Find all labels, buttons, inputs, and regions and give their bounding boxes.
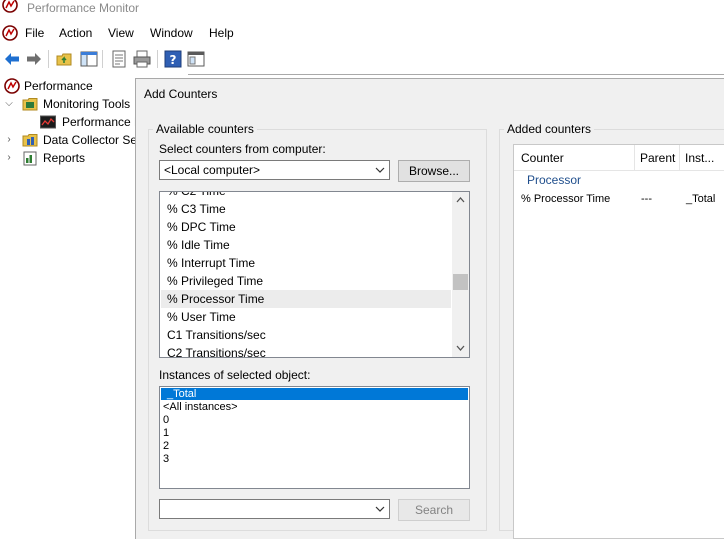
scroll-thumb[interactable] [453,274,468,290]
counters-list[interactable]: % C2 Time % C3 Time % DPC Time % Idle Ti… [159,191,470,358]
window-title: Performance Monitor [27,1,140,15]
system-menu-icon[interactable] [2,25,18,41]
menu-action[interactable]: Action [59,22,92,44]
instance-item[interactable]: <All instances> [163,401,238,414]
added-counters-label: Added counters [504,122,595,136]
toolbar-separator [102,50,103,68]
table-row[interactable]: % Processor Time --- _Total [514,190,724,208]
list-item[interactable]: % C3 Time [167,200,226,218]
column-header-row: Counter Parent Inst... [514,145,724,171]
properties-icon[interactable] [110,50,128,68]
added-object-category[interactable]: Processor [527,173,581,187]
chevron-right-icon[interactable]: › [4,131,14,149]
instance-item[interactable]: 3 [163,453,169,466]
toolbar-separator [48,50,49,68]
list-item[interactable]: % Privileged Time [167,272,263,290]
column-header-instance[interactable]: Inst... [685,151,714,165]
list-item[interactable]: % DPC Time [167,218,236,236]
console-icon[interactable] [187,50,205,68]
tree-label: Performance M [62,115,145,129]
menu-file[interactable]: File [25,22,44,44]
column-divider[interactable] [679,145,680,170]
available-counters-label: Available counters [153,122,257,136]
menu-help[interactable]: Help [209,22,234,44]
computer-select-value: <Local computer> [164,163,261,177]
computer-select[interactable]: <Local computer> [159,160,390,180]
column-header-counter[interactable]: Counter [521,151,564,165]
folder-icon [22,98,38,111]
reports-icon [23,151,37,166]
counters-scrollbar[interactable] [452,192,469,357]
menu-window[interactable]: Window [150,22,193,44]
svg-text:?: ? [170,53,177,67]
list-item[interactable]: C2 Transitions/sec [167,344,266,357]
added-counter-instance: _Total [686,193,716,205]
instances-label: Instances of selected object: [159,368,311,382]
column-header-parent[interactable]: Parent [640,151,675,165]
select-computer-label: Select counters from computer: [159,142,326,156]
added-counter-name: % Processor Time [521,193,611,205]
data-collector-icon [22,134,38,147]
folder-up-icon[interactable] [56,50,74,68]
scroll-up-icon[interactable] [454,194,467,206]
help-icon[interactable]: ? [164,50,182,68]
pane-divider [188,74,724,75]
menu-bar: File Action View Window Help [0,22,724,44]
list-item[interactable]: % C2 Time [167,192,226,200]
list-item-selected[interactable]: % Processor Time [167,290,264,308]
title-bar: Performance Monitor [0,0,724,16]
forward-arrow-icon[interactable] [25,50,43,68]
dialog-title: Add Counters [144,87,218,101]
toolbar-separator [157,50,158,68]
instance-item[interactable]: 1 [163,427,169,440]
toolbar: ? [0,46,724,72]
tree-label: Performance [24,79,93,93]
instance-item-selected[interactable]: _Total [167,388,196,401]
browse-button[interactable]: Browse... [398,160,470,182]
instance-item[interactable]: 2 [163,440,169,453]
chevron-right-icon[interactable]: › [4,149,14,167]
tree-label: Monitoring Tools [43,97,131,111]
chevron-down-icon [375,167,385,173]
added-counters-list[interactable]: Counter Parent Inst... Processor % Proce… [513,144,724,539]
search-combo[interactable] [159,499,390,519]
tree-label: Reports [43,151,86,165]
instances-list[interactable]: _Total <All instances> 0 1 2 3 [159,386,470,489]
column-divider[interactable] [634,145,635,170]
show-hide-tree-icon[interactable] [80,50,98,68]
list-item[interactable]: % Interrupt Time [167,254,255,272]
list-item[interactable]: % User Time [167,308,236,326]
chart-icon [40,115,56,129]
list-item[interactable]: C1 Transitions/sec [167,326,266,344]
add-counters-dialog: Add Counters Available counters Select c… [135,78,724,539]
print-icon[interactable] [133,50,151,68]
added-counter-parent: --- [641,193,652,205]
back-arrow-icon[interactable] [3,50,21,68]
list-item[interactable]: % Idle Time [167,236,230,254]
scroll-down-icon[interactable] [454,342,467,354]
perfmon-app-icon [2,0,18,13]
chevron-down-icon [375,506,385,512]
instance-item[interactable]: 0 [163,414,169,427]
chevron-down-icon[interactable]: ⌵ [4,95,14,113]
tree-label: Data Collector Set [43,133,141,147]
selected-instance-highlight [161,388,468,400]
perfmon-icon [4,78,20,94]
menu-view[interactable]: View [108,22,134,44]
search-button[interactable]: Search [398,499,470,521]
